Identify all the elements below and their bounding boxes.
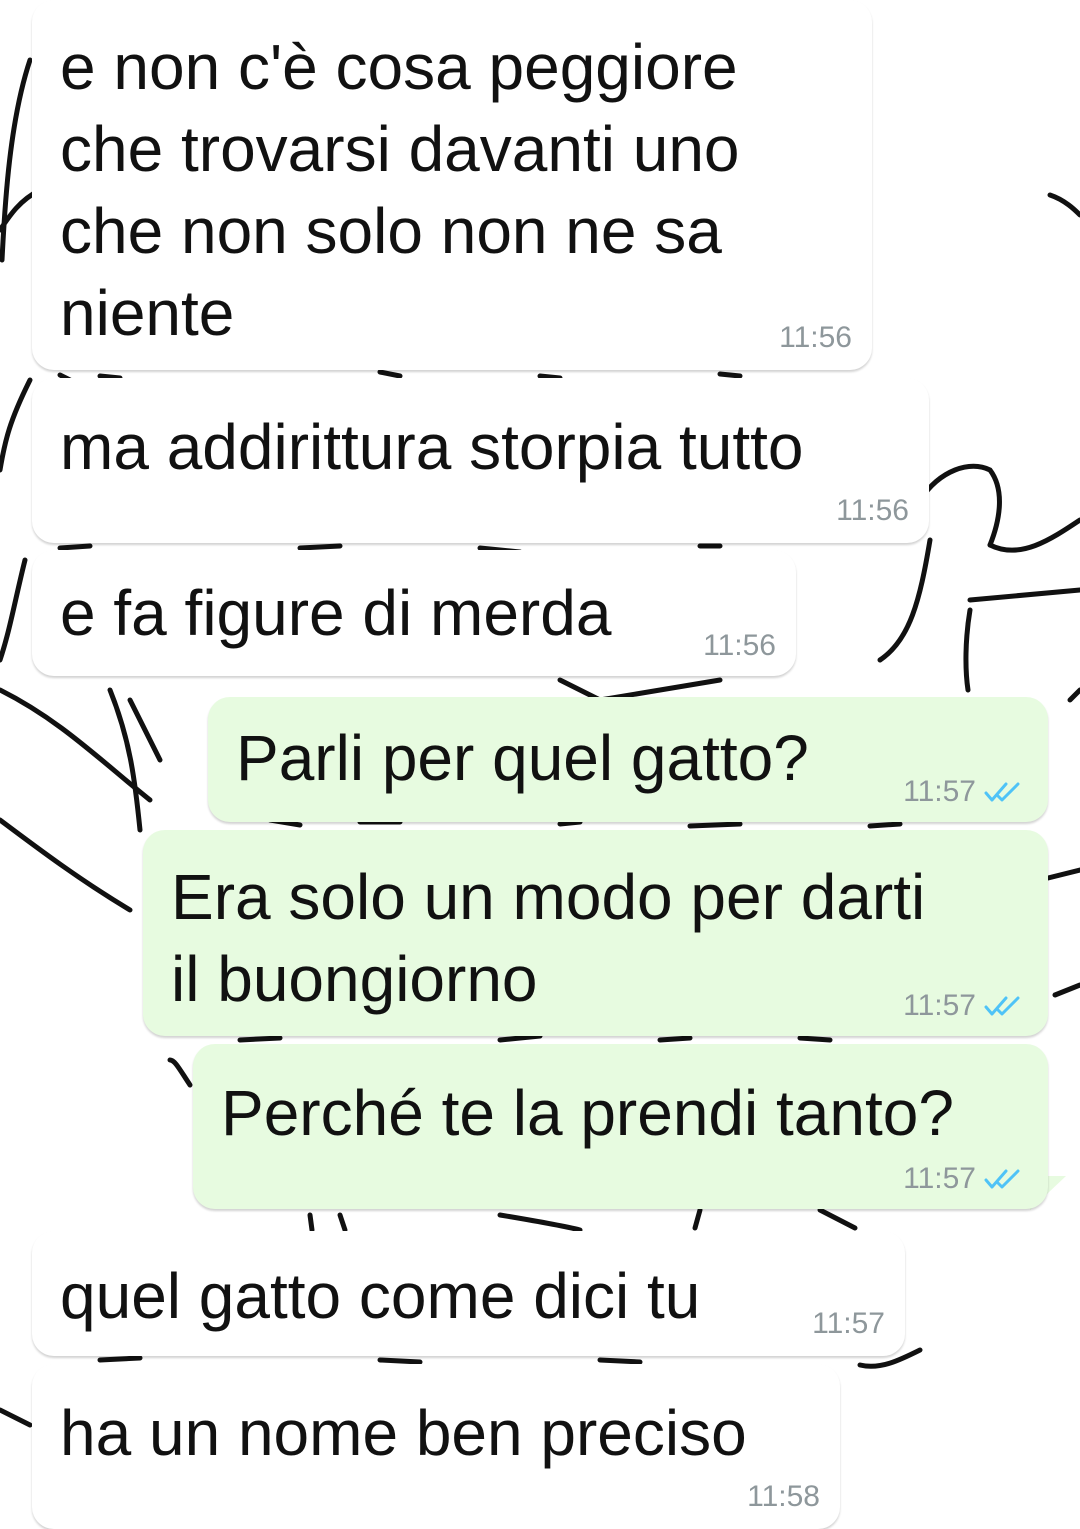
message-meta: 11:57 [903, 988, 1028, 1024]
message-time: 11:56 [779, 321, 852, 354]
message-bubble-incoming[interactable]: e fa figure di merda 11:56 [32, 550, 796, 676]
message-text-line: e fa figure di merda [60, 577, 612, 649]
message-time: 11:56 [703, 629, 776, 662]
message-text-line: Parli per quel gatto? [236, 722, 809, 794]
message-meta: 11:56 [703, 628, 776, 664]
message-bubble-outgoing[interactable]: Era solo un modo per darti il buongiorno… [143, 830, 1048, 1036]
message-time: 11:58 [747, 1480, 820, 1513]
message-text-line: ha un nome ben preciso [60, 1397, 747, 1469]
double-check-icon [984, 782, 1020, 802]
message-meta: 11:58 [747, 1479, 820, 1515]
message-time: 11:57 [903, 989, 976, 1022]
double-check-icon [984, 996, 1020, 1016]
message-meta: 11:57 [903, 774, 1028, 810]
message-meta: 11:56 [779, 320, 852, 356]
message-text-line: Era solo un modo per darti [171, 861, 926, 933]
message-time: 11:57 [903, 775, 976, 808]
message-bubble-outgoing[interactable]: Perché te la prendi tanto? 11:57 [193, 1044, 1048, 1209]
message-text-line: che trovarsi davanti uno [60, 113, 740, 185]
message-text-line: niente [60, 277, 235, 349]
message-meta: 11:57 [903, 1161, 1028, 1197]
message-time: 11:56 [836, 494, 909, 527]
message-bubble-incoming[interactable]: e non c'è cosa peggiore che trovarsi dav… [32, 0, 872, 370]
message-bubble-incoming[interactable]: ma addirittura storpia tutto 11:56 [32, 378, 929, 543]
message-text-line: quel gatto come dici tu [60, 1260, 701, 1332]
message-time: 11:57 [812, 1307, 885, 1340]
double-check-icon [984, 1169, 1020, 1189]
message-text-line: Perché te la prendi tanto? [221, 1077, 954, 1149]
message-meta: 11:57 [812, 1306, 885, 1342]
message-bubble-outgoing[interactable]: Parli per quel gatto? 11:57 [208, 697, 1048, 822]
message-meta: 11:56 [836, 493, 909, 529]
message-text-line: ma addirittura storpia tutto [60, 411, 804, 483]
message-bubble-incoming[interactable]: ha un nome ben preciso 11:58 [32, 1364, 840, 1529]
message-text-line: e non c'è cosa peggiore [60, 31, 738, 103]
message-bubble-incoming[interactable]: quel gatto come dici tu 11:57 [32, 1231, 905, 1356]
message-time: 11:57 [903, 1162, 976, 1195]
message-text-line: il buongiorno [171, 943, 538, 1015]
message-text-line: che non solo non ne sa [60, 195, 722, 267]
